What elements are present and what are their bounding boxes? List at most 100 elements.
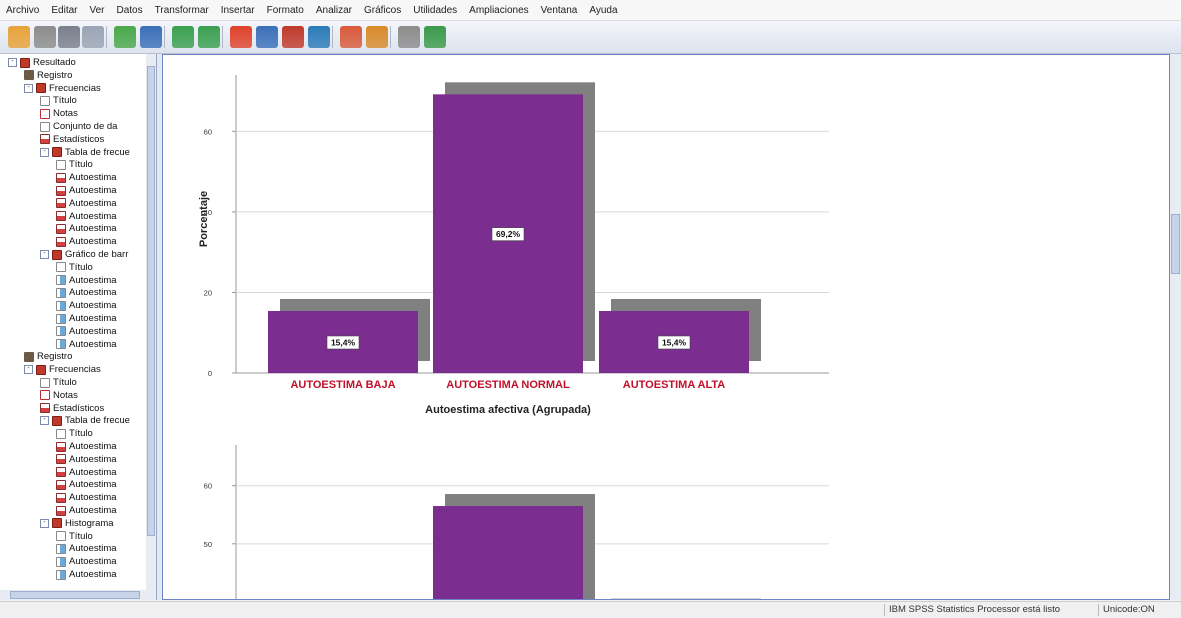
tree-item[interactable]: Autoestima: [56, 492, 117, 503]
collapse-icon[interactable]: -: [40, 147, 49, 157]
menu-ver[interactable]: Ver: [83, 5, 110, 16]
doc-icon: [40, 95, 50, 106]
tree-item[interactable]: Autoestima: [56, 275, 117, 286]
tree-item[interactable]: Autoestima: [56, 185, 117, 196]
tree-item[interactable]: Autoestima: [56, 543, 117, 554]
tree-item-label: Autoestima: [69, 479, 117, 491]
go-to-case-icon[interactable]: [230, 26, 252, 48]
tree-item[interactable]: Estadísticos: [40, 403, 104, 414]
tree-item[interactable]: Autoestima: [56, 300, 117, 311]
tree-item[interactable]: Título: [56, 262, 93, 273]
tree-item[interactable]: Autoestima: [56, 467, 117, 478]
tree-item[interactable]: Autoestima: [56, 454, 117, 465]
tree-item[interactable]: Registro: [24, 351, 72, 362]
doc-icon: [40, 377, 50, 388]
menu-archivo[interactable]: Archivo: [0, 5, 45, 16]
collapse-icon[interactable]: -: [40, 518, 49, 528]
menu-formato[interactable]: Formato: [261, 5, 310, 16]
tree-item[interactable]: - Tabla de frecue: [40, 147, 130, 158]
tree-item[interactable]: Autoestima: [56, 172, 117, 183]
bar-chart-autoestima-afectiva[interactable]: 020406015,4%AUTOESTIMA BAJA69,2%AUTOESTI…: [163, 55, 1169, 435]
tree-item[interactable]: Autoestima: [56, 556, 117, 567]
bar-chart-second[interactable]: 40 50 60: [163, 441, 1169, 600]
tree-item-label: Estadísticos: [53, 133, 105, 145]
tree-item[interactable]: Autoestima: [56, 339, 117, 350]
promote-icon[interactable]: [398, 26, 420, 48]
table-icon: [56, 223, 66, 234]
collapse-icon[interactable]: -: [40, 416, 49, 426]
outline-vertical-scrollbar[interactable]: [146, 54, 156, 590]
save-icon[interactable]: [34, 26, 56, 48]
print-preview-icon[interactable]: [82, 26, 104, 48]
tree-item[interactable]: Autoestima: [56, 569, 117, 580]
tree-item[interactable]: - Histograma: [40, 518, 114, 529]
output-vscroll-thumb[interactable]: [1171, 214, 1180, 274]
tree-item[interactable]: Estadísticos: [40, 134, 104, 145]
tree-item[interactable]: Título: [56, 428, 93, 439]
menu-ventana[interactable]: Ventana: [535, 5, 584, 16]
show-all-icon[interactable]: [340, 26, 362, 48]
menu-utilidades[interactable]: Utilidades: [407, 5, 463, 16]
collapse-icon[interactable]: -: [40, 250, 49, 259]
tree-item[interactable]: Autoestima: [56, 236, 117, 247]
insert-heading-icon[interactable]: [424, 26, 446, 48]
tree-item[interactable]: Autoestima: [56, 505, 117, 516]
tree-item[interactable]: Notas: [40, 108, 78, 119]
menu-ayuda[interactable]: Ayuda: [583, 5, 623, 16]
open-icon[interactable]: [8, 26, 30, 48]
tree-item[interactable]: - Frecuencias: [24, 83, 101, 94]
tree-item[interactable]: Autoestima: [56, 198, 117, 209]
tree-item[interactable]: Registro: [24, 70, 72, 81]
doc-icon: [56, 262, 66, 273]
designated-window-icon[interactable]: [308, 26, 330, 48]
tree-item[interactable]: Autoestima: [56, 287, 117, 298]
tree-item[interactable]: Autoestima: [56, 441, 117, 452]
tree-item-label: Resultado: [33, 57, 76, 68]
tree-item-label: Notas: [53, 108, 78, 120]
menu-editar[interactable]: Editar: [45, 5, 83, 16]
collapse-icon[interactable]: -: [8, 58, 17, 67]
book-icon: [52, 415, 62, 426]
tree-item-label: Título: [69, 261, 93, 273]
undo-icon[interactable]: [172, 26, 194, 48]
log-icon: [24, 351, 34, 362]
menu-graficos[interactable]: Gráficos: [358, 5, 407, 16]
output-vertical-scrollbar[interactable]: [1170, 54, 1181, 600]
tree-item[interactable]: Autoestima: [56, 326, 117, 337]
print-icon[interactable]: [58, 26, 80, 48]
menu-insertar[interactable]: Insertar: [215, 5, 261, 16]
tree-item[interactable]: Título: [56, 159, 93, 170]
variables-icon[interactable]: [282, 26, 304, 48]
tree-item[interactable]: Autoestima: [56, 211, 117, 222]
outline-horizontal-scrollbar[interactable]: [0, 590, 156, 600]
go-to-variable-icon[interactable]: [256, 26, 278, 48]
tree-item[interactable]: - Resultado: [8, 57, 76, 68]
tree-item[interactable]: Título: [40, 377, 77, 388]
tree-item[interactable]: Título: [40, 95, 77, 106]
menu-analizar[interactable]: Analizar: [310, 5, 358, 16]
go-to-data-icon[interactable]: [140, 26, 162, 48]
tree-item[interactable]: - Tabla de frecue: [40, 415, 130, 426]
outline-vscroll-thumb[interactable]: [147, 66, 155, 536]
export-icon[interactable]: [114, 26, 136, 48]
x-category-label: AUTOESTIMA BAJA: [290, 379, 395, 391]
tree-item[interactable]: Autoestima: [56, 223, 117, 234]
tree-item[interactable]: - Gráfico de barr: [40, 249, 128, 260]
tree-item-label: Histograma: [65, 517, 114, 529]
collapse-icon[interactable]: -: [24, 365, 33, 375]
tree-item[interactable]: Título: [56, 531, 93, 542]
menu-datos[interactable]: Datos: [111, 5, 149, 16]
redo-icon[interactable]: [198, 26, 220, 48]
hide-icon[interactable]: [366, 26, 388, 48]
menu-ampliaciones[interactable]: Ampliaciones: [463, 5, 534, 16]
menu-transformar[interactable]: Transformar: [149, 5, 215, 16]
chart-icon: [56, 313, 66, 324]
tree-item[interactable]: Notas: [40, 390, 78, 401]
tree-item[interactable]: Autoestima: [56, 479, 117, 490]
tree-item[interactable]: Conjunto de da: [40, 121, 117, 132]
tree-item[interactable]: Autoestima: [56, 313, 117, 324]
tree-item[interactable]: - Frecuencias: [24, 364, 101, 375]
tree-item-label: Título: [53, 377, 77, 388]
outline-hscroll-thumb[interactable]: [10, 591, 140, 599]
collapse-icon[interactable]: -: [24, 83, 33, 93]
